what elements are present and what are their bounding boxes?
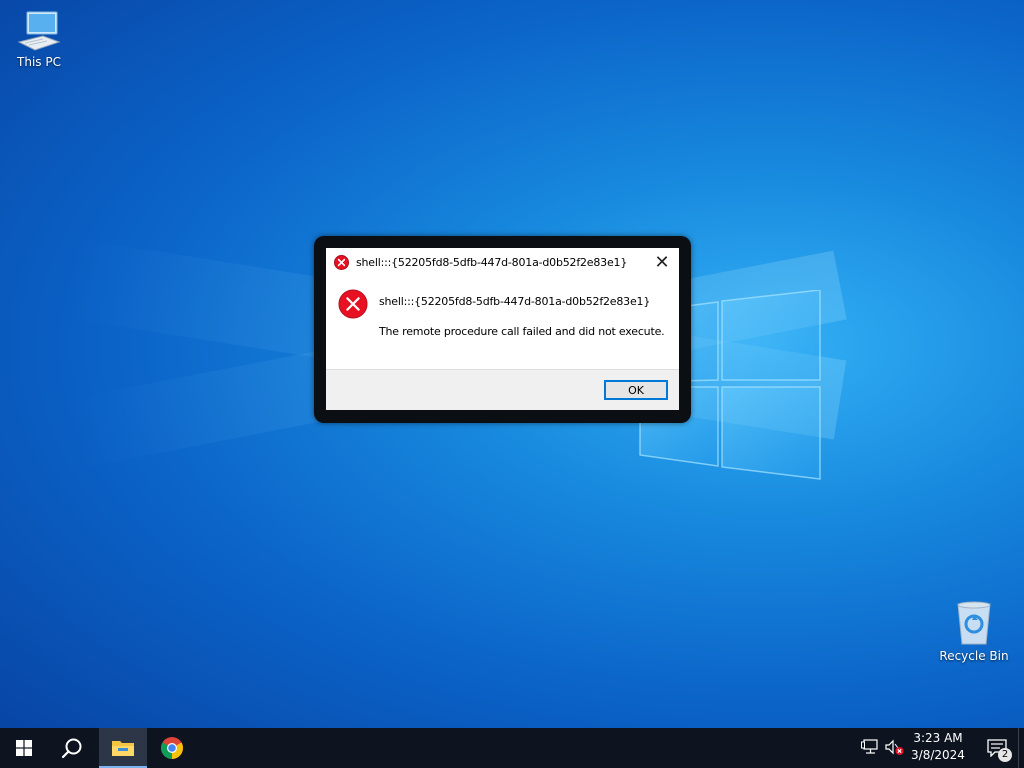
this-pc-icon [17,11,61,51]
dialog-frame: shell:::{52205fd8-5dfb-447d-801a-d0b52f2… [314,236,691,423]
taskbar-file-explorer[interactable] [99,728,147,768]
ok-button[interactable]: OK [604,380,668,400]
desktop-icon-label: This PC [17,55,61,69]
taskbar: 3:23 AM 3/8/2024 2 [0,728,1024,768]
error-icon [338,289,368,319]
error-icon [334,255,349,270]
close-button[interactable]: ✕ [645,248,679,276]
show-desktop-button[interactable] [1018,728,1024,768]
search-icon [61,738,82,759]
desktop-icon-recycle-bin[interactable]: Recycle Bin [937,600,1011,663]
clock-date: 3/8/2024 [911,748,965,762]
dialog-title: shell:::{52205fd8-5dfb-447d-801a-d0b52f2… [356,256,628,269]
close-icon: ✕ [654,251,670,273]
dialog-footer: OK [326,369,679,410]
recycle-bin-icon [957,601,991,645]
dialog-heading: shell:::{52205fd8-5dfb-447d-801a-d0b52f2… [379,295,651,308]
network-icon[interactable] [861,739,879,755]
folder-icon [112,741,134,756]
windows-start-icon [16,740,32,756]
start-button[interactable] [0,728,48,768]
volume-muted-icon[interactable] [885,739,905,757]
error-dialog: shell:::{52205fd8-5dfb-447d-801a-d0b52f2… [326,248,679,410]
desktop: This PC Recycle Bin shell:::{52205fd8-5d… [0,0,1024,768]
desktop-icon-this-pc[interactable]: This PC [2,8,76,69]
desktop-icon-label: Recycle Bin [939,649,1009,663]
dialog-titlebar[interactable]: shell:::{52205fd8-5dfb-447d-801a-d0b52f2… [326,248,679,276]
clock-time: 3:23 AM [913,731,963,745]
search-button[interactable] [48,728,96,768]
chrome-icon [161,737,183,759]
taskbar-clock[interactable]: 3:23 AM 3/8/2024 [907,730,969,766]
dialog-message: The remote procedure call failed and did… [379,325,665,338]
action-center-button[interactable]: 2 [978,728,1016,768]
dialog-body: shell:::{52205fd8-5dfb-447d-801a-d0b52f2… [326,276,679,368]
taskbar-chrome[interactable] [148,728,196,768]
notification-count-badge: 2 [998,748,1012,762]
